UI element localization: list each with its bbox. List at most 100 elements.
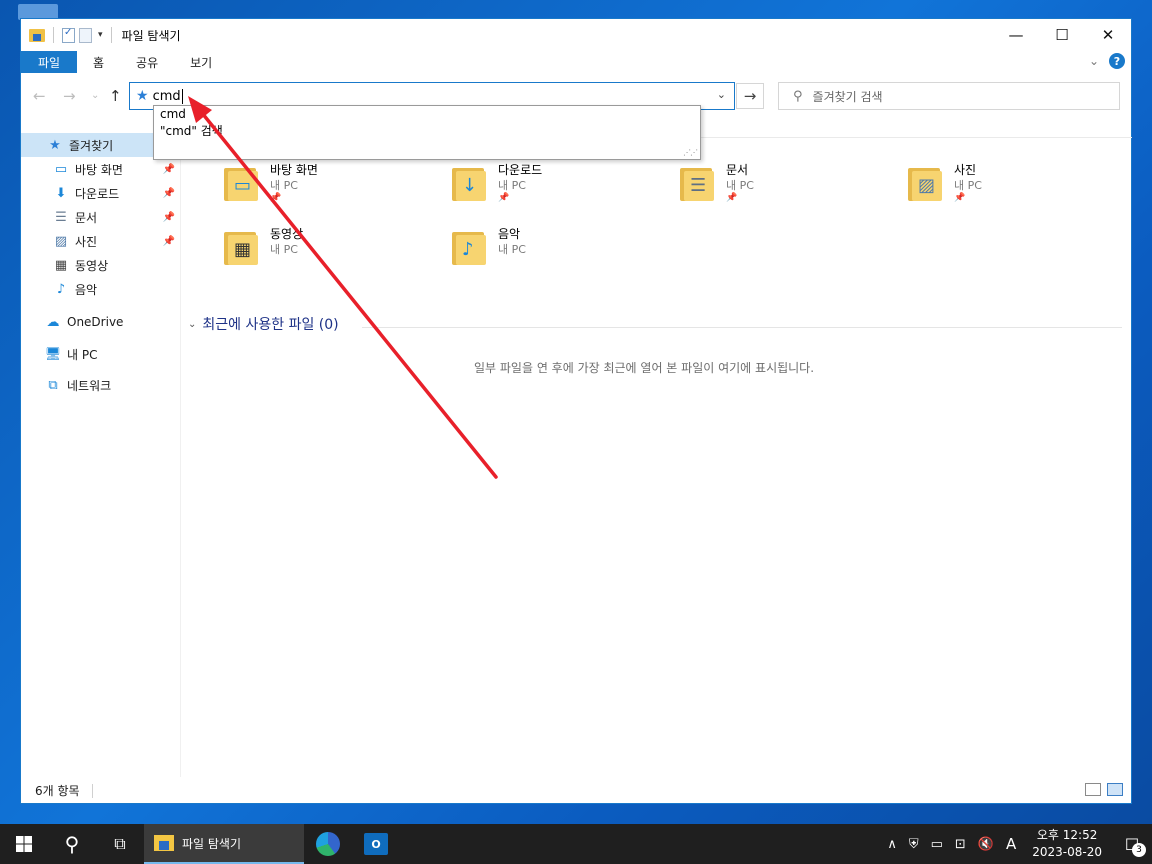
properties-icon[interactable] bbox=[62, 27, 75, 43]
sidebar-item-label: 다운로드 bbox=[75, 186, 120, 201]
recent-files-header[interactable]: ⌄ 최근에 사용한 파일 (0) bbox=[188, 314, 339, 334]
folder-name: 바탕 화면 bbox=[270, 163, 318, 177]
document-icon: ☰ bbox=[55, 209, 67, 225]
folder-location: 내 PC bbox=[954, 179, 982, 192]
customize-toolbar-dropdown-icon[interactable]: ▾ bbox=[98, 30, 103, 40]
new-folder-icon[interactable] bbox=[79, 27, 92, 43]
explorer-folder-icon bbox=[29, 28, 45, 42]
search-icon: ⚲ bbox=[64, 832, 80, 856]
folder-tile-videos[interactable]: ▦ 동영상 내 PC bbox=[224, 225, 444, 281]
system-tray: ∧ ⛨ ▭ ⊡ 🔇 A 오후 12:52 2023-08-20 ☐ 3 bbox=[881, 824, 1152, 864]
large-icons-view-icon[interactable] bbox=[1107, 783, 1123, 796]
tab-home[interactable]: 홈 bbox=[77, 51, 120, 73]
folder-icon: ☰ bbox=[680, 165, 720, 201]
folder-tile-pictures[interactable]: ▨ 사진 내 PC 📌 bbox=[908, 161, 1128, 217]
taskbar-item-edge[interactable] bbox=[304, 824, 352, 864]
search-button[interactable]: ⚲ bbox=[48, 824, 96, 864]
download-icon: ⬇ bbox=[55, 185, 67, 201]
action-center-button[interactable]: ☐ 3 bbox=[1112, 824, 1152, 864]
divider bbox=[362, 327, 1122, 328]
folder-tile-documents[interactable]: ☰ 문서 내 PC 📌 bbox=[680, 161, 900, 217]
collapse-chevron-icon: ⌄ bbox=[188, 318, 197, 330]
show-hidden-icons-chevron-icon[interactable]: ∧ bbox=[887, 837, 897, 852]
outlook-icon: O bbox=[364, 833, 388, 855]
security-icon[interactable]: ⛨ bbox=[909, 837, 919, 852]
folder-location: 내 PC bbox=[270, 243, 298, 256]
status-bar: 6개 항목 bbox=[21, 777, 1131, 804]
taskbar: ⚲ ⧉ 파일 탐색기 O ∧ ⛨ ▭ ⊡ 🔇 A 오후 12:52 2023-0… bbox=[0, 824, 1152, 864]
sidebar-item-this-pc[interactable]: 🖥 내 PC bbox=[21, 342, 181, 366]
taskbar-item-outlook[interactable]: O bbox=[352, 824, 400, 864]
content-pane: ▭ 바탕 화면 내 PC 📌 ↓ 다운로드 내 PC 📌 ☰ 문서 내 PC 📌… bbox=[182, 131, 1132, 777]
navigation-pane: ★ 즐겨찾기 ▭ 바탕 화면 📌 ⬇ 다운로드 📌 ☰ 문서 📌 ▨ 사진 📌 … bbox=[21, 131, 181, 777]
sidebar-item-music[interactable]: ♪ 음악 bbox=[21, 277, 181, 301]
pin-icon: 📌 bbox=[726, 193, 738, 203]
sidebar-item-downloads[interactable]: ⬇ 다운로드 📌 bbox=[21, 181, 181, 205]
network-status-icon[interactable]: ⊡ bbox=[955, 837, 966, 852]
pin-icon: 📌 bbox=[954, 193, 966, 203]
folder-icon: ▦ bbox=[224, 229, 264, 265]
up-button[interactable]: ↑ bbox=[109, 87, 122, 105]
autocomplete-option[interactable]: cmd bbox=[154, 106, 700, 123]
tab-view[interactable]: 보기 bbox=[174, 51, 228, 73]
help-icon[interactable]: ? bbox=[1109, 53, 1125, 69]
sidebar-item-label: 사진 bbox=[75, 234, 98, 249]
task-view-button[interactable]: ⧉ bbox=[96, 824, 144, 864]
folder-tile-music[interactable]: ♪ 음악 내 PC bbox=[452, 225, 672, 281]
sidebar-item-label: 문서 bbox=[75, 210, 98, 225]
sidebar-item-documents[interactable]: ☰ 문서 📌 bbox=[21, 205, 181, 229]
quick-access-toolbar: ▾ bbox=[21, 27, 116, 43]
minimize-button[interactable]: — bbox=[993, 19, 1039, 51]
music-icon: ♪ bbox=[56, 281, 66, 297]
address-dropdown-icon[interactable]: ⌄ bbox=[717, 88, 726, 101]
forward-button[interactable]: → bbox=[63, 87, 76, 105]
resize-grip-icon[interactable]: ⋰⋰ bbox=[683, 148, 698, 157]
window-controls: — ☐ ✕ bbox=[993, 19, 1131, 51]
star-icon: ★ bbox=[49, 137, 61, 153]
ime-indicator[interactable]: A bbox=[1006, 835, 1016, 853]
folder-tile-downloads[interactable]: ↓ 다운로드 내 PC 📌 bbox=[452, 161, 672, 217]
tab-share[interactable]: 공유 bbox=[120, 51, 174, 73]
toolbar-separator bbox=[53, 27, 54, 43]
go-button[interactable]: → bbox=[736, 83, 764, 109]
clock-time: 오후 12:52 bbox=[1036, 828, 1098, 842]
sidebar-item-label: 네트워크 bbox=[67, 378, 112, 393]
title-bar: ▾ 파일 탐색기 — ☐ ✕ bbox=[21, 19, 1131, 51]
sidebar-item-network[interactable]: ⧉ 네트워크 bbox=[21, 373, 181, 397]
expand-ribbon-chevron-icon[interactable]: ⌄ bbox=[1089, 54, 1099, 68]
details-view-icon[interactable] bbox=[1085, 783, 1101, 796]
folder-location: 내 PC bbox=[498, 243, 526, 256]
maximize-button[interactable]: ☐ bbox=[1039, 19, 1085, 51]
start-button[interactable] bbox=[0, 824, 48, 864]
search-icon: ⚲ bbox=[793, 88, 803, 104]
back-button[interactable]: ← bbox=[33, 87, 46, 105]
autocomplete-option[interactable]: "cmd" 검색 bbox=[154, 123, 700, 140]
folder-tile-desktop[interactable]: ▭ 바탕 화면 내 PC 📌 bbox=[224, 161, 444, 217]
ribbon-tabs: 파일 홈 공유 보기 ⌄ ? bbox=[21, 51, 1131, 73]
recent-locations-dropdown[interactable]: ⌄ bbox=[91, 90, 99, 101]
taskbar-item-label: 파일 탐색기 bbox=[182, 836, 242, 851]
search-input[interactable]: ⚲ 즐겨찾기 검색 bbox=[778, 82, 1120, 110]
status-separator bbox=[91, 783, 93, 798]
windows-logo-icon bbox=[16, 836, 32, 852]
address-input[interactable]: cmd bbox=[153, 89, 181, 104]
folder-name: 음악 bbox=[498, 227, 521, 241]
battery-icon[interactable]: ▭ bbox=[931, 837, 943, 852]
sidebar-item-desktop[interactable]: ▭ 바탕 화면 📌 bbox=[21, 157, 181, 181]
notification-badge: 3 bbox=[1132, 843, 1146, 857]
pin-icon: 📌 bbox=[162, 163, 175, 175]
close-button[interactable]: ✕ bbox=[1085, 19, 1131, 51]
clock-date: 2023-08-20 bbox=[1032, 845, 1102, 859]
folder-name: 동영상 bbox=[270, 227, 304, 241]
file-explorer-window: ▾ 파일 탐색기 — ☐ ✕ 파일 홈 공유 보기 ⌄ ? ← → ⌄ ↑ ★ … bbox=[20, 18, 1132, 804]
sidebar-item-videos[interactable]: ▦ 동영상 bbox=[21, 253, 181, 277]
sidebar-item-pictures[interactable]: ▨ 사진 📌 bbox=[21, 229, 181, 253]
volume-muted-icon[interactable]: 🔇 bbox=[978, 837, 994, 852]
file-explorer-icon bbox=[154, 835, 174, 851]
sidebar-item-label: 음악 bbox=[75, 282, 98, 297]
taskbar-item-file-explorer[interactable]: 파일 탐색기 bbox=[144, 824, 304, 864]
sidebar-item-onedrive[interactable]: ☁ OneDrive bbox=[21, 310, 181, 334]
tab-file[interactable]: 파일 bbox=[21, 51, 77, 73]
sidebar-item-label: 바탕 화면 bbox=[75, 162, 123, 177]
clock[interactable]: 오후 12:52 2023-08-20 bbox=[1032, 827, 1102, 861]
